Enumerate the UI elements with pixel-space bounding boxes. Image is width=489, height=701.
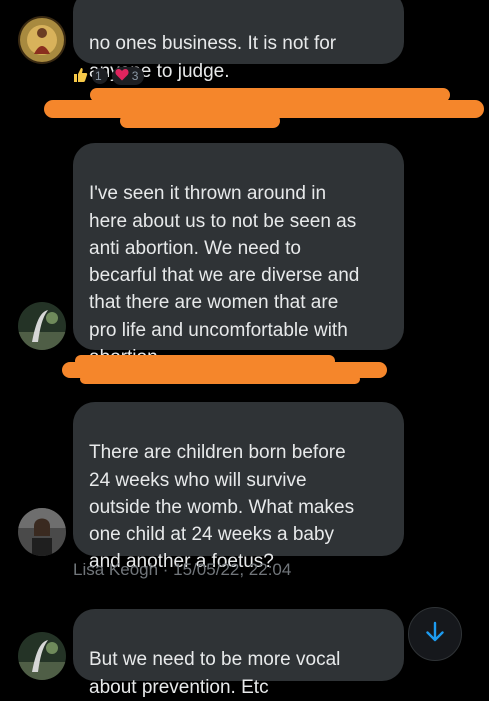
arrow-down-icon [424,621,446,648]
message-text: There are children born before 24 weeks … [89,442,355,573]
message-text: But we need to be more vocal about preve… [89,649,341,698]
message-bubble-3: There are children born before 24 weeks … [73,402,404,572]
thumbs-up-icon[interactable] [72,67,88,86]
avatar-2[interactable] [18,302,66,350]
redaction-scribble [75,355,335,367]
message-bubble-4: But we need to be more vocal about preve… [73,609,404,698]
scroll-to-bottom-button[interactable] [408,607,462,661]
heart-reaction-pill[interactable]: 3 [111,67,145,85]
thumbs-count: 1 [95,69,102,83]
heart-icon [115,68,129,84]
thumbs-count-pill[interactable]: 1 [92,68,108,84]
redaction-scribble [80,374,360,384]
reactions-row[interactable]: 1 3 [72,66,145,86]
heart-count: 3 [131,69,139,83]
avatar-1[interactable] [18,16,66,64]
message-meta: Lisa Keogh · 15/05/22, 22:04 [73,560,292,579]
avatar-3[interactable] [18,508,66,556]
redaction-scribble [90,88,450,102]
message-text: I've seen it thrown around in here about… [89,183,360,368]
avatar-4[interactable] [18,632,66,680]
message-bubble-2: I've seen it thrown around in here about… [73,143,404,368]
redaction-scribble [120,114,280,128]
message-bubble-1: no ones business. It is not for anyone t… [73,0,404,82]
